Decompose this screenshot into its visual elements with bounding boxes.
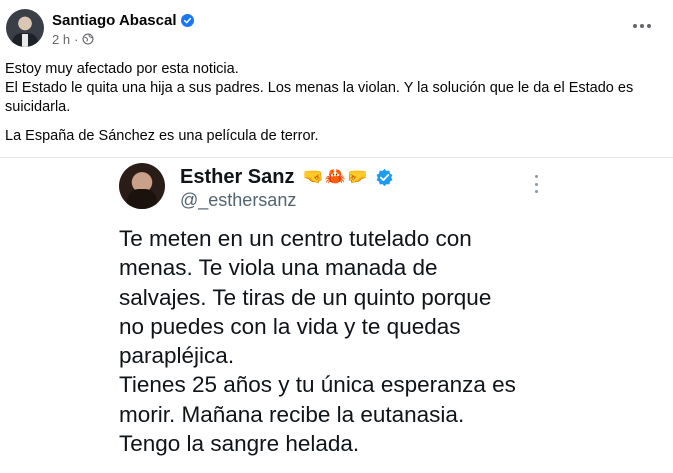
- more-vertical-icon: [531, 172, 541, 196]
- post-paragraph: El Estado le quita una hija a sus padres…: [5, 80, 634, 115]
- author-row: Santiago Abascal: [52, 10, 195, 30]
- meta-separator: ·: [74, 31, 79, 47]
- more-dot: [633, 24, 637, 28]
- more-horizontal-icon[interactable]: [626, 12, 658, 40]
- tweet-avatar-hair: [127, 189, 157, 209]
- tweet-text-line: menas. Te viola una manada de: [119, 255, 438, 281]
- more-dot: [647, 24, 651, 28]
- post-header: Santiago Abascal 2 h ·: [0, 0, 673, 56]
- post-paragraph: La España de Sánchez es una película de …: [5, 128, 319, 144]
- tweet-author-name: Esther Sanz: [180, 165, 295, 188]
- more-dot: [534, 175, 538, 178]
- tweet-text: Te meten en un centro tutelado con menas…: [119, 224, 559, 458]
- tweet-name-emoji: 🤜🦀🤛: [302, 167, 369, 187]
- author-avatar[interactable]: [6, 9, 44, 47]
- tweet-text-line: Te meten en un centro tutelado con: [119, 226, 472, 251]
- tweet-text-line: Tienes 25 años y tu única esperanza es: [119, 372, 516, 398]
- more-dot: [534, 182, 538, 186]
- tweet-text-line: parapléjica.: [119, 343, 235, 369]
- verified-badge-icon: [181, 13, 195, 27]
- author-name[interactable]: Santiago Abascal: [52, 12, 176, 29]
- post-meta: 2 h ·: [52, 31, 94, 47]
- verified-badge-icon: [376, 168, 393, 186]
- more-dot: [640, 24, 644, 28]
- post-timestamp[interactable]: 2 h: [52, 32, 70, 47]
- tweet-name-row: Esther Sanz 🤜🦀🤛: [180, 162, 394, 192]
- facebook-post: Santiago Abascal 2 h · Estoy muy afectad…: [0, 0, 673, 473]
- globe-icon: [82, 33, 94, 45]
- avatar-shirt: [22, 34, 28, 47]
- tweet-text-line: morir. Mañana recibe la eutanasia.: [119, 401, 465, 427]
- tweet-avatar: [119, 163, 165, 209]
- more-dot: [534, 190, 538, 193]
- tweet-text-line: Tengo la sangre helada.: [119, 431, 360, 457]
- tweet-text-line: salvajes. Te tiras de un quinto porque: [119, 284, 492, 310]
- tweet-handle: @_esthersanz: [180, 190, 297, 210]
- post-paragraph: Estoy muy afectado por esta noticia.: [5, 61, 239, 77]
- tweet-screenshot[interactable]: Esther Sanz 🤜🦀🤛 @_esthersanz Te meten en…: [0, 158, 673, 473]
- tweet-text-line: no puedes con la vida y te quedas: [119, 313, 461, 339]
- post-body: Estoy muy afectado por esta noticia. El …: [5, 60, 667, 146]
